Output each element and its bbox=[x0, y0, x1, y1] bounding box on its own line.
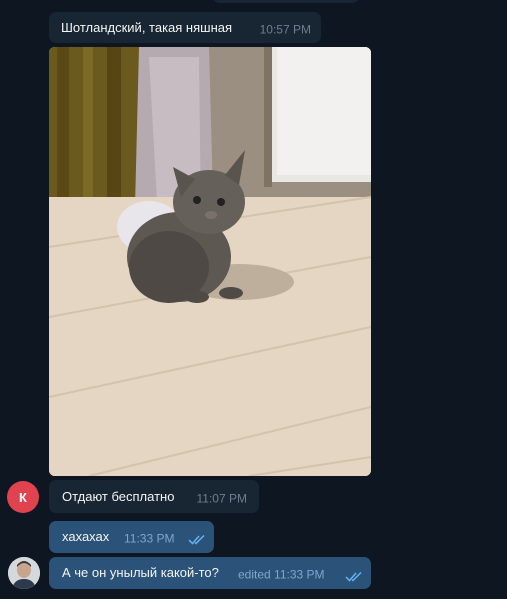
message-text: А че он унылый какой-то? bbox=[62, 565, 219, 580]
previous-message-fragment bbox=[212, 0, 360, 3]
message-time: 11:07 PM bbox=[196, 491, 247, 506]
avatar-letter: К bbox=[19, 489, 27, 505]
message-bubble-incoming[interactable]: Шотландский, такая няшная 10:57 PM bbox=[49, 12, 321, 43]
message-text: Шотландский, такая няшная bbox=[61, 19, 233, 35]
avatar[interactable] bbox=[8, 557, 40, 589]
message-text: Отдают бесплатно bbox=[62, 488, 175, 504]
user-avatar-image bbox=[8, 557, 40, 589]
message-bubble-outgoing[interactable]: А че он унылый какой-то? edited 11:33 PM bbox=[49, 557, 371, 589]
double-check-icon bbox=[188, 534, 205, 545]
message-time: edited 11:33 PM bbox=[238, 567, 325, 582]
message-time: 10:57 PM bbox=[259, 22, 311, 37]
message-time: 11:33 PM bbox=[124, 531, 175, 546]
message-text: хахахах bbox=[62, 529, 110, 544]
cat-photo[interactable] bbox=[49, 47, 371, 476]
cat-photo-image bbox=[49, 47, 371, 476]
double-check-icon bbox=[345, 571, 362, 582]
avatar[interactable]: К bbox=[7, 481, 39, 513]
message-bubble-incoming[interactable]: Отдают бесплатно 11:07 PM bbox=[49, 480, 259, 513]
message-bubble-outgoing[interactable]: хахахах 11:33 PM bbox=[49, 521, 214, 553]
